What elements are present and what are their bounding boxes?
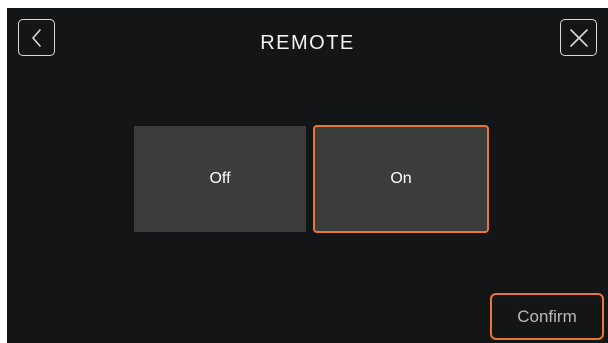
option-off[interactable]: Off (134, 126, 306, 232)
page-title: REMOTE (260, 32, 355, 54)
option-off-label: Off (209, 170, 231, 187)
confirm-button-label: Confirm (517, 306, 577, 326)
option-on[interactable]: On (313, 125, 489, 233)
close-icon (569, 28, 589, 48)
close-button[interactable] (560, 19, 597, 56)
confirm-button[interactable]: Confirm (490, 293, 604, 340)
remote-screen: REMOTE Off On Confirm (7, 8, 608, 343)
option-on-label: On (390, 170, 412, 187)
